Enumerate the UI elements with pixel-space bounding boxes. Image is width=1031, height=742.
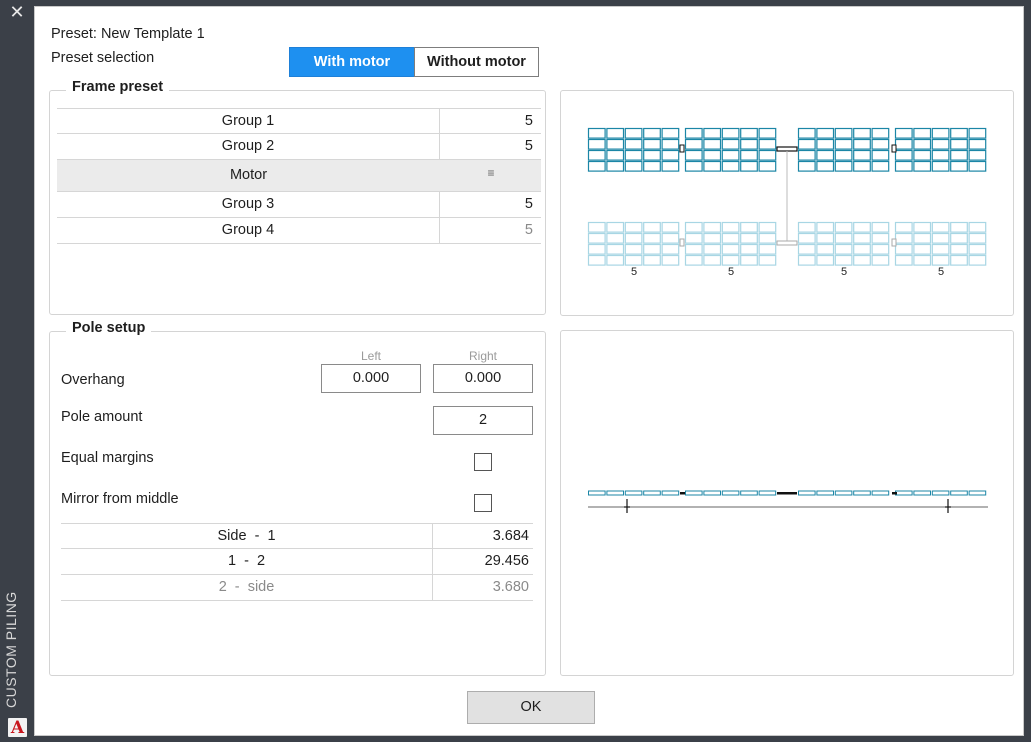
module-group	[894, 127, 987, 172]
margins-table: Side - 1 3.684 1 - 2 29.456 2 - side 3.6…	[61, 523, 533, 601]
motor-mark	[776, 240, 798, 246]
pole-preview-panel	[560, 330, 1014, 676]
equal-margins-label: Equal margins	[61, 450, 154, 466]
connector	[679, 238, 685, 247]
margin-name: 1 - 2	[61, 549, 433, 574]
module-group	[587, 221, 680, 266]
group-count-label: 5	[841, 266, 847, 278]
table-row[interactable]: Group 3 5	[57, 192, 541, 218]
table-row: 1 - 2 29.456	[61, 549, 533, 575]
table-row[interactable]: Group 2 5	[57, 134, 541, 160]
group-name: Group 2	[57, 134, 440, 159]
preset-selection-label: Preset selection	[51, 50, 155, 66]
module-group	[797, 127, 890, 172]
table-row: Side - 1 3.684	[61, 523, 533, 549]
frame-preview-diagram: 5 5 5 5	[587, 127, 987, 278]
right-column-header: Right	[468, 349, 497, 363]
overhang-left-input[interactable]: 0.000	[321, 364, 421, 393]
motor-row[interactable]: Motor ≡	[57, 160, 541, 192]
ok-button[interactable]: OK	[467, 691, 595, 724]
group-count[interactable]: 5	[441, 218, 541, 243]
pole-amount-input[interactable]: 2	[433, 406, 533, 435]
motor-label: Motor	[229, 167, 268, 183]
margin-value[interactable]: 29.456	[434, 549, 533, 574]
mirror-from-middle-label: Mirror from middle	[61, 491, 179, 507]
left-column-header: Left	[360, 349, 381, 363]
frame-preset-title: Frame preset	[66, 79, 170, 95]
mirror-from-middle-checkbox[interactable]	[474, 494, 492, 512]
close-icon[interactable]: ✕	[9, 3, 25, 21]
frame-table: Group 1 5 Group 2 5 Motor ≡ Group 3 5 Gr…	[57, 108, 541, 244]
pole-setup-title: Pole setup	[66, 320, 152, 336]
group-count-label: 5	[938, 266, 944, 278]
dialog-panel: Preset: New Template 1 Preset selection …	[34, 6, 1024, 736]
frame-preset-group: Frame preset Group 1 5 Group 2 5 Motor ≡…	[49, 79, 546, 315]
module-group	[684, 127, 777, 172]
module-group	[797, 221, 890, 266]
margin-name: Side - 1	[61, 524, 433, 549]
group-count-label: 5	[728, 266, 734, 278]
pole-preview-diagram	[588, 490, 988, 513]
module-group	[894, 221, 987, 266]
table-row: 2 - side 3.680	[61, 575, 533, 601]
connector	[777, 492, 797, 495]
without-motor-button[interactable]: Without motor	[414, 47, 539, 77]
connector	[680, 492, 685, 495]
group-count[interactable]: 5	[441, 134, 541, 159]
connector	[891, 144, 897, 153]
overhang-label: Overhang	[61, 372, 125, 388]
margin-name: 2 - side	[61, 575, 433, 600]
group-name: Group 3	[57, 192, 440, 217]
motor-mark	[776, 146, 798, 152]
autocad-logo-icon: A	[8, 718, 27, 738]
table-row[interactable]: Group 1 5	[57, 108, 541, 134]
drag-handle-icon[interactable]: ≡	[485, 166, 497, 180]
group-count[interactable]: 5	[441, 192, 541, 217]
module-group	[587, 127, 680, 172]
group-count-label: 5	[631, 266, 637, 278]
module-group	[684, 221, 777, 266]
table-row[interactable]: Group 4 5	[57, 218, 541, 244]
pole-amount-label: Pole amount	[61, 409, 143, 425]
overhang-right-input[interactable]: 0.000	[433, 364, 533, 393]
with-motor-button[interactable]: With motor	[289, 47, 415, 77]
palette-title: CUSTOM PILING	[3, 591, 19, 708]
margin-value[interactable]: 3.680	[434, 575, 533, 600]
connector	[891, 238, 897, 247]
group-count[interactable]: 5	[441, 109, 541, 134]
group-name: Group 1	[57, 109, 440, 134]
frame-preview-panel: 5 5 5 5	[560, 90, 1014, 316]
connector	[892, 492, 897, 495]
group-name: Group 4	[57, 218, 440, 243]
equal-margins-checkbox[interactable]	[474, 453, 492, 471]
margin-value[interactable]: 3.684	[434, 524, 533, 549]
preset-name: Preset: New Template 1	[51, 26, 205, 42]
connector	[679, 144, 685, 153]
